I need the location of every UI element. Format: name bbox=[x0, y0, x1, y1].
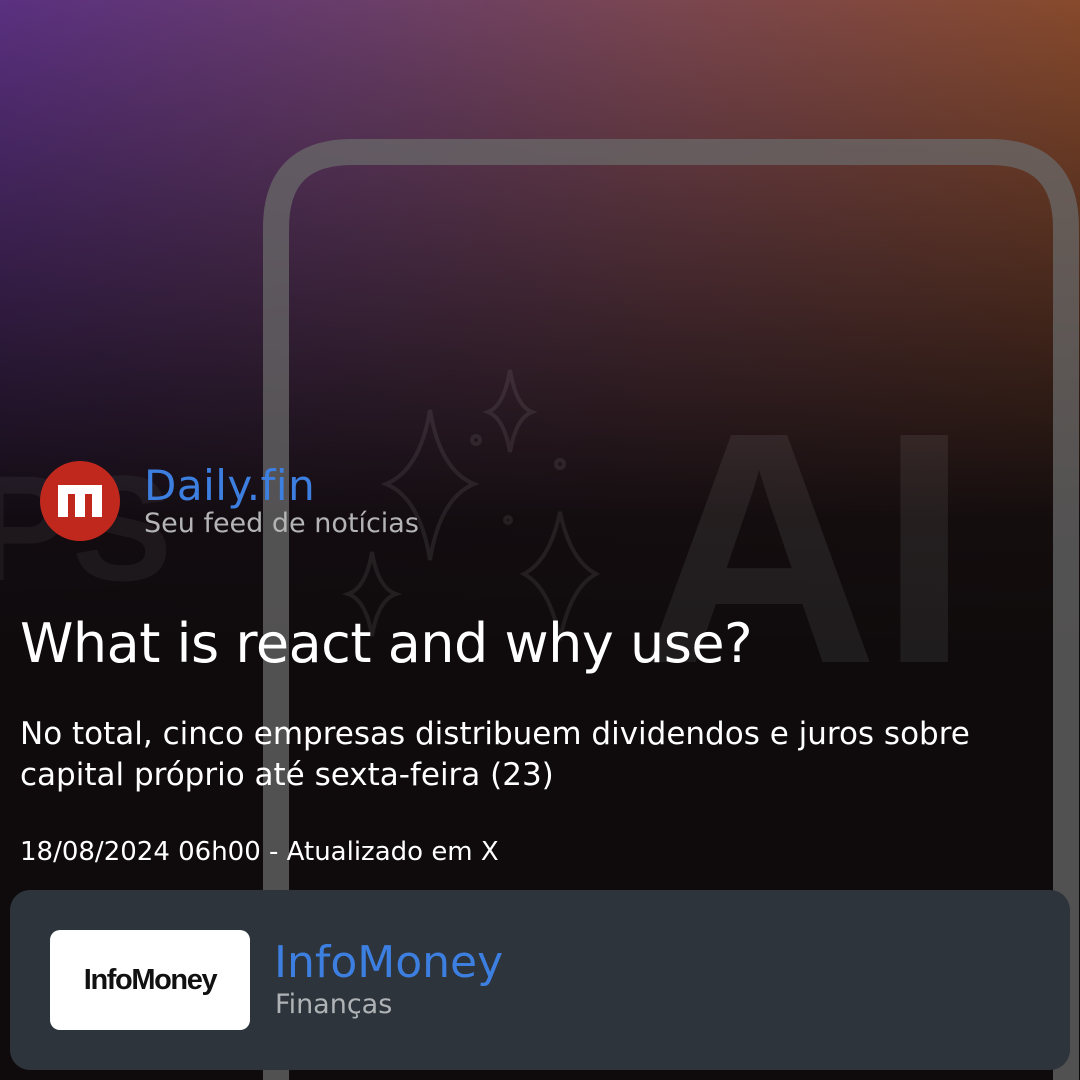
infomoney-logo-text: InfoMoney bbox=[83, 963, 218, 996]
brand-text: Daily.fin Seu feed de notícias bbox=[144, 462, 419, 540]
news-card: PS AI Daily.fin Seu feed de notícias bbox=[0, 0, 1080, 1080]
daily-fin-logo-icon bbox=[40, 461, 120, 541]
article-headline: What is react and why use? bbox=[20, 612, 753, 675]
source-name: InfoMoney bbox=[274, 937, 504, 988]
m-logo-glyph bbox=[58, 485, 102, 517]
source-category: Finanças bbox=[275, 989, 393, 1020]
article-summary: No total, cinco empresas distribuem divi… bbox=[20, 716, 970, 793]
background-ai-text: AI bbox=[640, 363, 970, 732]
source-panel[interactable]: InfoMoney InfoMoney Finanças bbox=[10, 890, 1070, 1070]
brand-header: Daily.fin Seu feed de notícias bbox=[40, 461, 419, 541]
brand-tagline: Seu feed de notícias bbox=[144, 508, 419, 539]
infomoney-logo: InfoMoney bbox=[50, 930, 250, 1030]
brand-name: Daily.fin bbox=[144, 461, 316, 510]
article-timestamp: 18/08/2024 06h00 - Atualizado em X bbox=[20, 837, 499, 867]
